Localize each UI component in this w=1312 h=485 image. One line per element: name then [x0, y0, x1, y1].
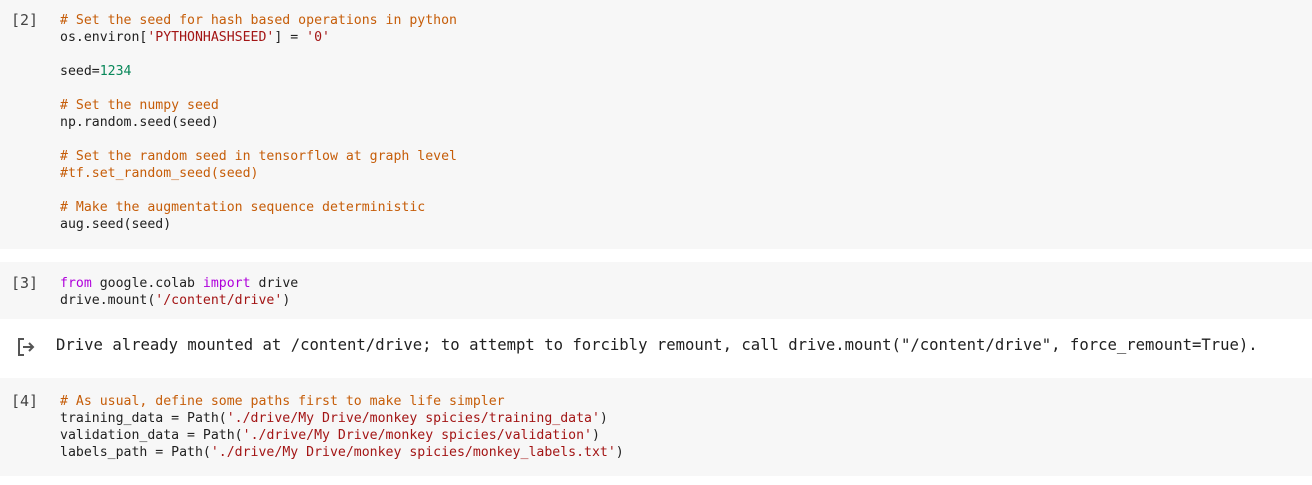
- code-line[interactable]: # Set the random seed in tensorflow at g…: [60, 148, 457, 165]
- code-token-string: './drive/My Drive/monkey spicies/trainin…: [226, 411, 600, 426]
- code-token-comment: # Set the seed for hash based operations…: [60, 13, 457, 28]
- code-token-plain: seed=: [60, 64, 100, 79]
- code-token-comment: # Set the numpy seed: [60, 98, 219, 113]
- code-token-string: 'PYTHONHASHSEED': [147, 30, 275, 45]
- code-line[interactable]: np.random.seed(seed): [60, 114, 457, 131]
- code-line[interactable]: from google.colab import drive: [60, 275, 298, 292]
- output-arrow-icon[interactable]: [15, 337, 37, 357]
- code-token-plain: ): [615, 445, 624, 460]
- code-line[interactable]: # As usual, define some paths first to m…: [60, 393, 624, 410]
- code-line[interactable]: # Set the numpy seed: [60, 97, 457, 114]
- code-line[interactable]: seed=1234: [60, 63, 457, 80]
- code-token-plain: drive: [250, 276, 299, 291]
- execution-count[interactable]: [3]: [11, 275, 38, 292]
- code-line[interactable]: labels_path = Path('./drive/My Drive/mon…: [60, 444, 624, 461]
- code-line[interactable]: validation_data = Path('./drive/My Drive…: [60, 427, 624, 444]
- code-token-plain: training_data = Path(: [60, 411, 227, 426]
- code-token-plain: ] =: [274, 30, 307, 45]
- code-line[interactable]: #tf.set_random_seed(seed): [60, 165, 457, 182]
- code-token-number: 1234: [99, 64, 132, 79]
- code-token-string: '0': [306, 30, 330, 45]
- code-token-comment: # As usual, define some paths first to m…: [60, 394, 505, 409]
- code-token-plain: np.random.seed(seed): [60, 115, 219, 130]
- code-editor[interactable]: # Set the seed for hash based operations…: [60, 12, 457, 233]
- code-line[interactable]: aug.seed(seed): [60, 216, 457, 233]
- code-cell-3[interactable]: [3] from google.colab import drive drive.…: [0, 262, 1312, 319]
- code-token-comment: #tf.set_random_seed(seed): [60, 166, 259, 181]
- code-token-string: '/content/drive': [155, 293, 283, 308]
- code-token-plain: aug.seed(seed): [60, 217, 172, 232]
- code-line[interactable]: os.environ['PYTHONHASHSEED'] = '0': [60, 29, 457, 46]
- code-token-plain: ): [591, 428, 600, 443]
- execution-count[interactable]: [2]: [11, 12, 38, 29]
- code-line[interactable]: training_data = Path('./drive/My Drive/m…: [60, 410, 624, 427]
- code-editor[interactable]: from google.colab import drive drive.moun…: [60, 275, 298, 309]
- code-editor[interactable]: # As usual, define some paths first to m…: [60, 393, 624, 461]
- code-cell-4[interactable]: [4] # As usual, define some paths first …: [0, 378, 1312, 476]
- code-line[interactable]: drive.mount('/content/drive'): [60, 292, 298, 309]
- code-cell-2[interactable]: [2] # Set the seed for hash based operat…: [0, 0, 1312, 249]
- code-token-keyword: import: [202, 276, 251, 291]
- code-token-plain: ): [282, 293, 291, 308]
- cell-output: Drive already mounted at /content/drive;…: [0, 324, 1312, 366]
- code-token-plain: google.colab: [91, 276, 203, 291]
- execution-count[interactable]: [4]: [11, 393, 38, 410]
- code-token-keyword: from: [60, 276, 92, 291]
- code-line[interactable]: # Make the augmentation sequence determi…: [60, 199, 457, 216]
- code-token-plain: drive.mount(: [60, 293, 156, 308]
- code-token-string: './drive/My Drive/monkey spicies/monkey_…: [210, 445, 616, 460]
- code-line[interactable]: # Set the seed for hash based operations…: [60, 12, 457, 29]
- code-token-string: './drive/My Drive/monkey spicies/validat…: [242, 428, 592, 443]
- code-token-plain: validation_data = Path(: [60, 428, 243, 443]
- code-token-comment: # Set the random seed in tensorflow at g…: [60, 149, 457, 164]
- code-token-plain: ): [599, 411, 608, 426]
- code-token-plain: os.environ[: [60, 30, 148, 45]
- output-text: Drive already mounted at /content/drive;…: [56, 336, 1258, 354]
- code-token-plain: labels_path = Path(: [60, 445, 211, 460]
- code-token-comment: # Make the augmentation sequence determi…: [60, 200, 426, 215]
